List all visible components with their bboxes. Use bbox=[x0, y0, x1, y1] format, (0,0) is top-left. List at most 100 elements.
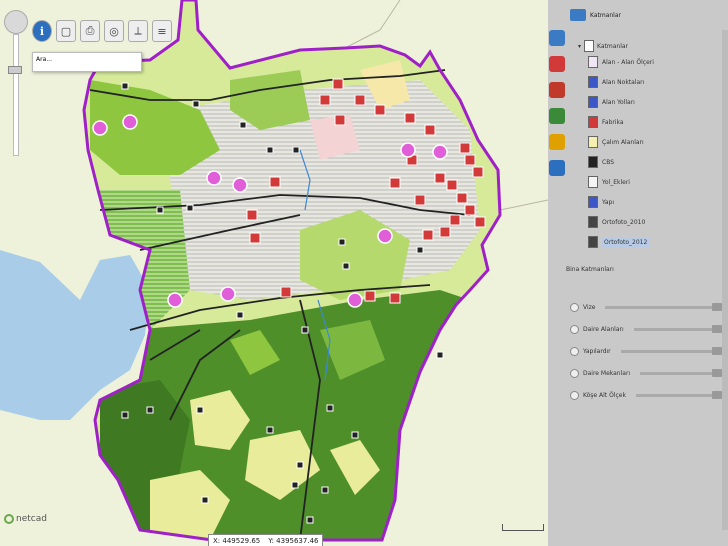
village-marker[interactable] bbox=[186, 204, 194, 212]
globe-button[interactable]: ◎ bbox=[104, 20, 124, 42]
village-marker[interactable] bbox=[236, 311, 244, 319]
favorite-layer-item[interactable]: Daire Mekanları bbox=[570, 362, 722, 384]
factory-marker[interactable] bbox=[364, 290, 376, 302]
facility-marker[interactable] bbox=[232, 177, 248, 193]
factory-marker[interactable] bbox=[434, 172, 446, 184]
facility-marker[interactable] bbox=[377, 228, 393, 244]
village-marker[interactable] bbox=[266, 426, 274, 434]
factory-marker[interactable] bbox=[374, 104, 386, 116]
layer-item[interactable]: CBS bbox=[578, 152, 724, 172]
facility-marker[interactable] bbox=[432, 144, 448, 160]
factory-marker[interactable] bbox=[439, 226, 451, 238]
village-marker[interactable] bbox=[156, 206, 164, 214]
zoom-slider-track[interactable] bbox=[13, 34, 19, 156]
factory-marker[interactable] bbox=[449, 214, 461, 226]
village-marker[interactable] bbox=[326, 404, 334, 412]
factory-marker[interactable] bbox=[456, 192, 468, 204]
opacity-slider[interactable] bbox=[640, 368, 722, 377]
factory-marker[interactable] bbox=[269, 176, 281, 188]
opacity-slider[interactable] bbox=[620, 346, 723, 355]
factory-marker[interactable] bbox=[354, 94, 366, 106]
layer-item[interactable]: Alan - Alan Ölçeri bbox=[578, 52, 724, 72]
village-marker[interactable] bbox=[351, 431, 359, 439]
village-marker[interactable] bbox=[321, 486, 329, 494]
visibility-toggle-icon[interactable] bbox=[570, 390, 579, 400]
village-marker[interactable] bbox=[192, 100, 200, 108]
factory-marker[interactable] bbox=[464, 154, 476, 166]
village-marker[interactable] bbox=[121, 411, 129, 419]
facility-marker[interactable] bbox=[122, 114, 138, 130]
thematic-map[interactable] bbox=[0, 0, 548, 546]
village-marker[interactable] bbox=[342, 262, 350, 270]
village-marker[interactable] bbox=[146, 406, 154, 414]
factory-marker[interactable] bbox=[332, 78, 344, 90]
village-marker[interactable] bbox=[121, 82, 129, 90]
layers-button[interactable]: ≡ bbox=[152, 20, 172, 42]
village-marker[interactable] bbox=[196, 406, 204, 414]
village-marker[interactable] bbox=[296, 461, 304, 469]
print-button[interactable]: ⎙ bbox=[80, 20, 100, 42]
village-marker[interactable] bbox=[306, 516, 314, 524]
facility-marker[interactable] bbox=[167, 292, 183, 308]
tools-tab-icon[interactable] bbox=[549, 134, 565, 150]
help-tab-icon[interactable] bbox=[549, 160, 565, 176]
village-marker[interactable] bbox=[239, 121, 247, 129]
visibility-toggle-icon[interactable] bbox=[570, 324, 579, 334]
chart-tab-icon[interactable] bbox=[549, 108, 565, 124]
village-marker[interactable] bbox=[201, 496, 209, 504]
factory-marker[interactable] bbox=[459, 142, 471, 154]
village-marker[interactable] bbox=[338, 238, 346, 246]
factory-marker[interactable] bbox=[280, 286, 292, 298]
doc-button[interactable]: ▢ bbox=[56, 20, 76, 42]
search-popup[interactable]: Ara... bbox=[32, 52, 142, 72]
facility-marker[interactable] bbox=[400, 142, 416, 158]
layers-tab-icon[interactable] bbox=[549, 30, 565, 46]
village-marker[interactable] bbox=[436, 351, 444, 359]
layer-item[interactable]: Yol_Ekleri bbox=[578, 172, 724, 192]
favorite-layer-item[interactable]: Yapılardır bbox=[570, 340, 723, 362]
village-marker[interactable] bbox=[292, 146, 300, 154]
factory-marker[interactable] bbox=[246, 209, 258, 221]
layer-item[interactable]: Alan Yolları bbox=[578, 92, 724, 112]
factory-marker[interactable] bbox=[474, 216, 486, 228]
visibility-toggle-icon[interactable] bbox=[570, 368, 579, 378]
legend-tab-icon[interactable] bbox=[549, 56, 565, 72]
info-button[interactable]: i bbox=[32, 20, 52, 42]
facility-marker[interactable] bbox=[92, 120, 108, 136]
layer-item[interactable]: Ortofoto_2010 bbox=[578, 212, 724, 232]
factory-marker[interactable] bbox=[389, 177, 401, 189]
village-marker[interactable] bbox=[301, 326, 309, 334]
factory-marker[interactable] bbox=[404, 112, 416, 124]
layer-item[interactable]: Ortofoto_2012 bbox=[578, 232, 724, 252]
layer-item[interactable]: Çalım Alanları bbox=[578, 132, 724, 152]
favorite-layer-item[interactable]: Köşe Alt Ölçek bbox=[570, 384, 723, 406]
village-marker[interactable] bbox=[416, 246, 424, 254]
favorite-layer-item[interactable]: Daire Alanları bbox=[570, 318, 723, 340]
visibility-toggle-icon[interactable] bbox=[570, 346, 579, 356]
factory-marker[interactable] bbox=[334, 114, 346, 126]
expand-icon[interactable]: ▾ bbox=[578, 43, 581, 50]
factory-marker[interactable] bbox=[446, 179, 458, 191]
map-canvas[interactable]: i ▢ ⎙ ◎ ⟂ ≡ Ara... netcad X: 449529.65 Y: 439… bbox=[0, 0, 548, 546]
village-marker[interactable] bbox=[291, 481, 299, 489]
factory-marker[interactable] bbox=[422, 229, 434, 241]
layer-item[interactable]: Yapı bbox=[578, 192, 724, 212]
facility-marker[interactable] bbox=[206, 170, 222, 186]
factory-marker[interactable] bbox=[249, 232, 261, 244]
factory-marker[interactable] bbox=[464, 204, 476, 216]
factory-marker[interactable] bbox=[472, 166, 484, 178]
factory-marker[interactable] bbox=[424, 124, 436, 136]
layer-item[interactable]: Alan Noktaları bbox=[578, 72, 724, 92]
village-marker[interactable] bbox=[266, 146, 274, 154]
factory-marker[interactable] bbox=[414, 194, 426, 206]
layer-tree-root[interactable]: ▾ Katmanlar bbox=[578, 40, 724, 52]
favorite-layer-item[interactable]: Vize bbox=[570, 296, 722, 318]
layer-item[interactable]: Fabrika bbox=[578, 112, 724, 132]
measure-button[interactable]: ⟂ bbox=[128, 20, 148, 42]
zoom-slider-thumb[interactable] bbox=[8, 66, 22, 74]
facility-marker[interactable] bbox=[220, 286, 236, 302]
facility-marker[interactable] bbox=[347, 292, 363, 308]
zoom-control[interactable] bbox=[4, 10, 28, 160]
factory-marker[interactable] bbox=[319, 94, 331, 106]
search-tab-icon[interactable] bbox=[549, 82, 565, 98]
